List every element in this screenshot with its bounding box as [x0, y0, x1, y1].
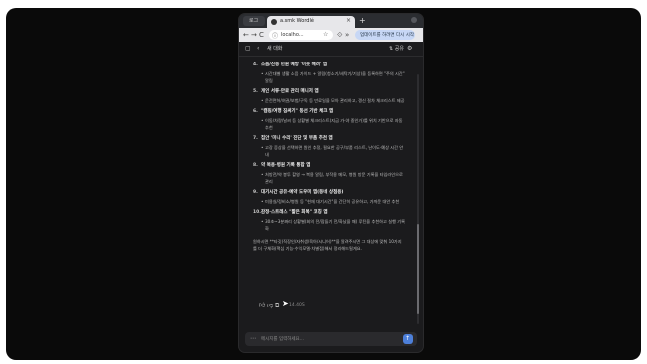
tab-inactive[interactable]: 로그 [243, 16, 265, 26]
gear-icon[interactable]: ⚙ [407, 44, 412, 54]
item-title: 8. 약 복용·병원 기록 통합 앱 [253, 163, 405, 169]
address-bar[interactable]: ⓘ localho... ☆ [269, 30, 333, 40]
item-number: 4. [253, 62, 258, 67]
thumbs-up-icon[interactable]: 👍︎ [259, 302, 265, 310]
item-number: 6. [253, 109, 258, 114]
item-title-text: 개인 서류·만료 관리 매니저 앱 [261, 89, 319, 94]
browser-toolbar: ← → C ⓘ localho... ☆ ⟐ » 업데이트를 하려면 다시 시작 [239, 28, 423, 42]
site-info-icon[interactable]: ⓘ [272, 31, 278, 40]
sidebar-toggle-icon[interactable]: ▢ [245, 44, 251, 54]
tab-bar: 로그 a.smk Wordlé × + [239, 14, 423, 28]
item-number: 9. [253, 190, 258, 195]
item-description: 시간대별 생활 소음 가이드 + 알림(청소기/세탁기/기상)을 등록하면 "주… [253, 70, 405, 84]
more-options-icon[interactable]: ⋯ [250, 334, 256, 344]
item-description: 운전면허/여권/보험/구독 등 만료일을 모아 관리하고, 갱신 절차 체크리스… [253, 97, 405, 104]
item-title: 5. 개인 서류·만료 관리 매니저 앱 [253, 89, 405, 95]
send-button[interactable]: ↑ [403, 334, 413, 344]
scrollbar[interactable] [417, 74, 419, 324]
item-description: 미용실/정비소/병원 등 "현재 대기시간"을 간단히 공유하고, 가까운 대안… [253, 198, 405, 205]
item-description: 이동/차량/날씨 등 상황별 체크리스트(지금 가·야 중인가)를 위치 기반으… [253, 117, 405, 131]
list-item: 8.약 복용·병원 기록 통합 앱처방전/약 봉투 촬영 → 복용 알림, 부작… [253, 163, 405, 185]
extensions-icon[interactable]: ⟐ [337, 30, 343, 40]
window-menu-icon[interactable] [411, 17, 417, 23]
item-number: 7. [253, 136, 258, 141]
list-item: 6."캠핑/여행 짐싸기" 동선 기반 체크 앱이동/차량/날씨 등 상황별 체… [253, 109, 405, 131]
screen-backdrop: 로그 a.smk Wordlé × + ← → C ⓘ localho... ☆… [6, 8, 641, 360]
item-title-text: 대기시간 공유·예약 도우미 앱(동네 상점용) [261, 190, 344, 195]
list-item: 4.소음/진동 민원 예방 '이웃 배려' 앱시간대별 생활 소음 가이드 + … [253, 62, 405, 84]
list-item: 7.집안 '미니 수리' 진단 및 부품 추천 앱고장 증상을 선택하면 원인 … [253, 136, 405, 158]
page-title: 새 대화 [267, 46, 283, 52]
new-tab-icon[interactable]: + [359, 16, 366, 26]
scrollbar-thumb[interactable] [417, 224, 419, 314]
item-title: 9. 대기시간 공유·예약 도우미 앱(동네 상점용) [253, 190, 405, 196]
item-title: 7. 집안 '미니 수리' 진단 및 부품 추천 앱 [253, 136, 405, 142]
item-title-text: 집안 '미니 수리' 진단 및 부품 추천 앱 [261, 136, 333, 141]
update-button-label: 업데이트를 하려면 다시 시작 [360, 33, 414, 38]
item-number: 10. [253, 210, 261, 215]
send-icon: ↑ [405, 335, 411, 342]
item-title-text: 약 복용·병원 기록 통합 앱 [261, 163, 311, 168]
item-description: 처방전/약 봉투 촬영 → 복용 알림, 부작용 메모, 병원 방문 기록을 타… [253, 171, 405, 185]
item-title: 6. "캠핑/여행 짐싸기" 동선 기반 체크 앱 [253, 109, 405, 115]
item-number: 5. [253, 89, 258, 94]
chevron-left-icon[interactable]: ‹ [257, 44, 259, 54]
update-button[interactable]: 업데이트를 하려면 다시 시작 [355, 30, 415, 40]
list-item: 5.개인 서류·만료 관리 매니저 앱운전면허/여권/보험/구독 등 만료일을 … [253, 89, 405, 104]
app-header: ▢ ‹ 새 대화 ⇅ 공유 ⚙ [239, 42, 423, 57]
item-description: 고장 증상을 선택하면 원인 추정, 필요한 공구/부품 리스트, 난이도·예상… [253, 144, 405, 158]
tab-title: a.smk Wordlé [280, 18, 314, 24]
more-icon[interactable]: » [345, 30, 349, 40]
message-input-placeholder: 메시지를 입력하세요... [261, 337, 304, 342]
item-title: 4. 소음/진동 민원 예방 '이웃 배려' 앱 [253, 62, 405, 68]
item-title: 10.감정·스트레스 "짧은 회복" 코칭 앱 [253, 210, 405, 216]
url-text: localho... [281, 32, 304, 38]
thumbs-down-icon[interactable]: 👎︎ [267, 302, 273, 310]
reload-icon[interactable]: C [259, 30, 264, 40]
close-icon[interactable]: × [346, 17, 351, 24]
item-title-text: 소음/진동 민원 예방 '이웃 배려' 앱 [261, 62, 328, 67]
star-icon[interactable]: ☆ [323, 31, 328, 38]
tab-inactive-label: 로그 [249, 18, 259, 24]
favicon-icon [271, 19, 277, 25]
mouse-cursor-icon: ➤ [282, 299, 289, 308]
summary-text: 원하시면 **타깃(직장인/자취생/육아/시니어)**을 알려주시면 그 대상에… [253, 239, 402, 251]
copy-icon[interactable]: ⧉ [275, 302, 279, 310]
message-timestamp: 14.40S [289, 303, 305, 308]
list-item: 10.감정·스트레스 "짧은 회복" 코칭 앱 30초~3분짜리 상황별(회의 전… [253, 210, 405, 232]
item-title-text: 감정·스트레스 "짧은 회복" 코칭 앱 [261, 210, 328, 215]
item-number: 8. [253, 163, 258, 168]
chat-message: 4.소음/진동 민원 예방 '이웃 배려' 앱시간대별 생활 소음 가이드 + … [253, 62, 405, 312]
forward-icon[interactable]: → [251, 30, 257, 40]
tab-active[interactable]: a.smk Wordlé × [267, 16, 355, 28]
item-description: 30초~3분짜리 상황별(회의 전/잠들기 전/화났을 때) 루틴을 추천하고 … [253, 218, 405, 232]
item-title-text: "캠핑/여행 짐싸기" 동선 기반 체크 앱 [261, 109, 334, 114]
share-label: 공유 [394, 46, 404, 52]
share-button[interactable]: ⇅ 공유 [389, 45, 404, 52]
list-item: 9.대기시간 공유·예약 도우미 앱(동네 상점용) 미용실/정비소/병원 등 "… [253, 190, 405, 205]
back-icon[interactable]: ← [243, 30, 249, 40]
message-input[interactable]: ⋯ 메시지를 입력하세요... ↑ [245, 332, 417, 346]
